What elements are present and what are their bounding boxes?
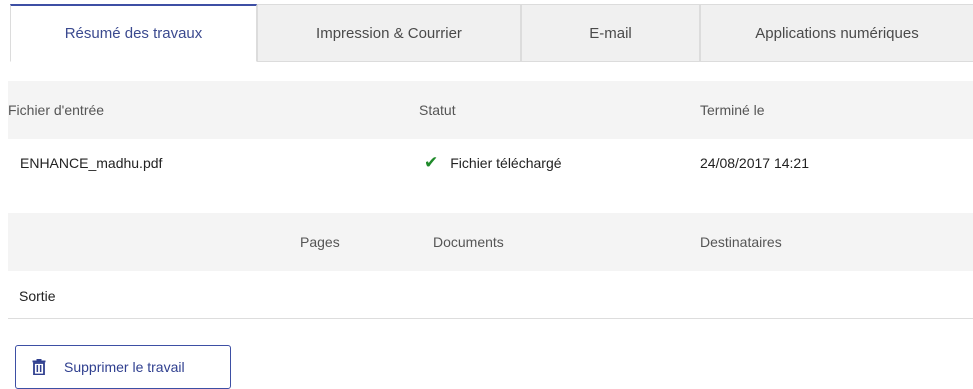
delete-job-button[interactable]: Supprimer le travail [15,345,231,389]
files-table-header: Fichier d'entrée Statut Terminé le [8,81,973,139]
tab-print-mail[interactable]: Impression & Courrier [257,4,521,62]
status-text: Fichier téléchargé [450,155,562,171]
input-file-header: Fichier d'entrée [8,102,105,118]
delete-job-label: Supprimer le travail [64,359,185,375]
output-table-row: Sortie [8,273,973,319]
tab-email[interactable]: E-mail [521,4,700,62]
status-cell: ✔ Fichier téléchargé [424,140,562,186]
output-label: Sortie [19,287,56,304]
tab-digital-applications[interactable]: Applications numériques [700,4,973,62]
tab-bar: Résumé des travaux Impression & Courrier… [10,4,973,62]
trash-icon [32,359,46,375]
completed-header: Terminé le [700,102,765,118]
check-icon: ✔ [424,153,439,172]
pages-header: Pages [300,234,340,250]
input-file-name: ENHANCE_madhu.pdf [20,155,163,171]
files-table-row: ENHANCE_madhu.pdf ✔ Fichier téléchargé 2… [8,140,973,186]
recipients-header: Destinataires [700,234,782,250]
completed-date: 24/08/2017 14:21 [700,155,809,171]
status-header: Statut [419,102,456,118]
output-table-header: Pages Documents Destinataires [8,213,973,271]
tab-divider [257,61,973,62]
documents-header: Documents [433,234,504,250]
tab-job-summary[interactable]: Résumé des travaux [10,4,257,62]
